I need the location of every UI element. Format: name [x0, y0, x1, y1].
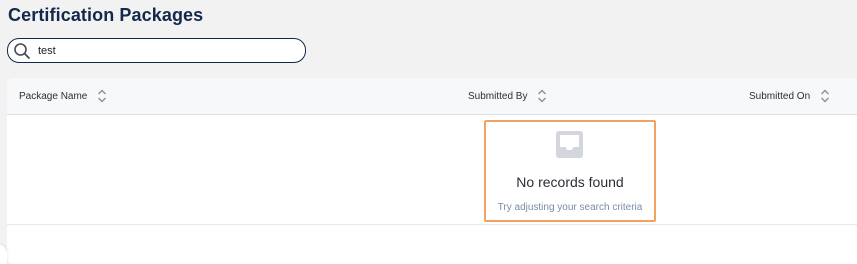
column-label: Submitted By	[468, 90, 528, 102]
column-label: Submitted On	[749, 90, 811, 102]
page-title: Certification Packages	[8, 5, 204, 25]
sort-icon[interactable]	[820, 88, 830, 104]
empty-state: No records found Try adjusting your sear…	[484, 120, 656, 222]
sort-icon[interactable]	[97, 88, 107, 104]
empty-state-subtitle: Try adjusting your search criteria	[497, 202, 643, 213]
column-header-package-name[interactable]: Package Name	[19, 78, 107, 114]
row-divider	[7, 224, 857, 225]
search-input[interactable]	[38, 41, 298, 60]
records-table: Package Name Submitted By Submitted On N…	[7, 78, 857, 264]
column-label: Package Name	[19, 90, 88, 102]
empty-state-title: No records found	[516, 174, 624, 190]
collapse-handle[interactable]	[0, 244, 7, 264]
column-header-submitted-on[interactable]: Submitted On	[749, 78, 830, 114]
search-box[interactable]	[7, 38, 306, 63]
sort-icon[interactable]	[537, 88, 547, 104]
search-icon	[14, 43, 30, 59]
table-header: Package Name Submitted By Submitted On	[7, 78, 857, 115]
inbox-icon	[556, 131, 583, 158]
column-header-submitted-by[interactable]: Submitted By	[468, 78, 547, 114]
